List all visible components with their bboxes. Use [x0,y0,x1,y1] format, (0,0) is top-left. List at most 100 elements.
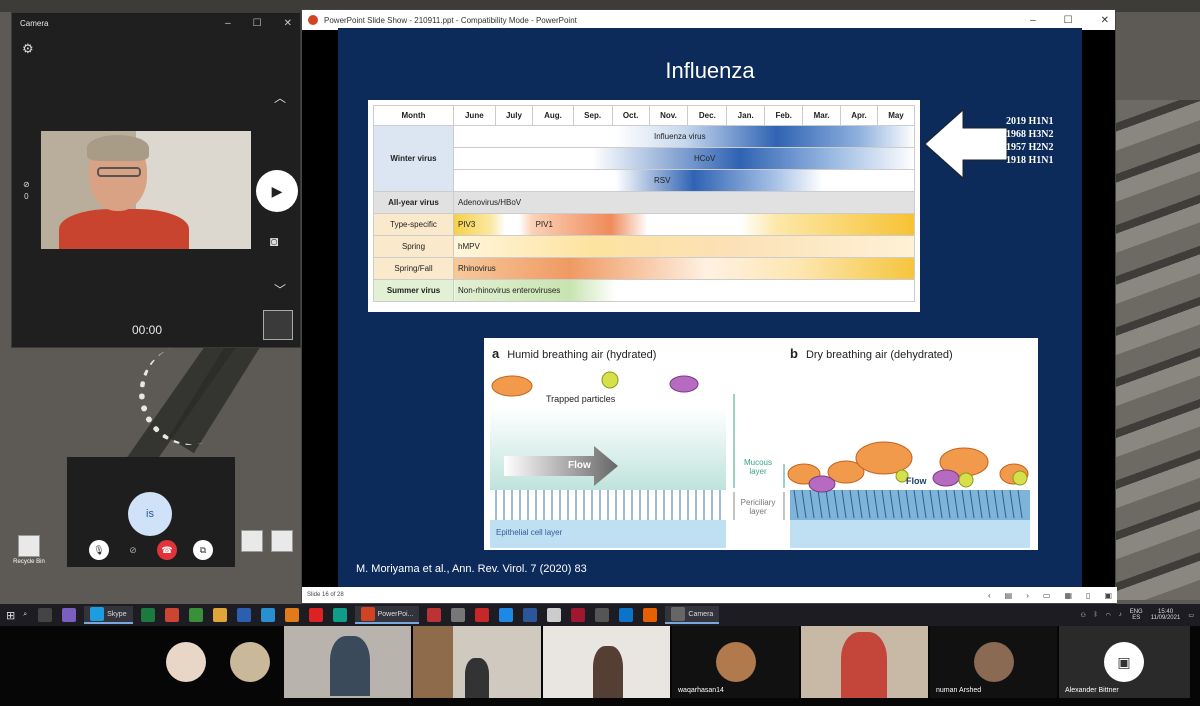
app-icon[interactable] [595,608,610,622]
participant-name: waqarhasan14 [678,687,724,694]
slide-sorter-icon[interactable]: ▦ [1064,591,1072,600]
camera-title: Camera [20,18,49,28]
photo-camera-icon[interactable]: ◙ [270,233,278,249]
windows-start-icon[interactable]: ⊞ [6,609,15,622]
pandemic-year: 2019 H1N1 [1006,116,1054,127]
pandemic-years-list: 2019 H1N1 1968 H3N2 1957 H2N2 1918 H1N1 [1006,115,1054,167]
desktop-icon[interactable] [265,530,299,554]
slide-title: Influenza [665,58,755,83]
participant-avatar[interactable] [166,642,206,682]
app-icon[interactable] [571,608,586,622]
volume-icon[interactable]: ♪ [1119,612,1122,618]
desktop-icon-recycle-bin[interactable]: Recycle Bin [12,535,46,565]
app-icon[interactable] [499,608,514,622]
minimize-icon[interactable]: – [225,18,231,29]
participant-video-tile[interactable] [413,626,541,698]
row-category: Spring [373,235,454,258]
hangup-button[interactable]: ☎ [157,540,177,560]
virus-bar: HCoV [453,147,915,170]
edge-icon[interactable] [619,608,634,622]
task-view-icon[interactable] [38,608,53,622]
participant-video-tile[interactable] [801,626,928,698]
participant-tile[interactable]: numan Arshed [930,626,1057,698]
maximize-icon[interactable]: ☐ [253,18,262,29]
virus-label: PIV3 [458,220,476,229]
wifi-icon[interactable]: ◠ [1105,612,1110,619]
teams-icon[interactable] [62,608,77,622]
month-header: Dec. [687,105,728,126]
reading-view-icon[interactable]: ▯ [1086,591,1090,600]
month-header: Apr. [839,105,878,126]
bluetooth-icon[interactable]: ᛒ [1094,612,1098,618]
call-control-panel: is 🎙 ⊘ ☎ ⧉ [67,457,235,567]
chevron-right-icon[interactable]: › [1026,591,1029,600]
pdf-reader-icon[interactable] [475,608,490,622]
search-icon[interactable]: ⌕ [23,611,27,619]
clock[interactable]: 15:40 11/09/2021 [1151,609,1181,621]
app-icon[interactable] [164,608,179,622]
excel-icon[interactable] [140,608,155,622]
participant-tile[interactable]: ▣ Alexander Bittner [1059,626,1190,698]
table-row: Summer virus Non-rhinovirus enteroviruse… [373,279,915,302]
participant-video-tile[interactable] [543,626,670,698]
label-epithelial-layer: Epithelial cell layer [496,528,563,537]
camera-icon [671,607,686,621]
chevron-down-icon[interactable]: ﹀ [274,281,286,298]
desktop-icon-label: Recycle Bin [13,559,45,565]
month-header: Oct. [611,105,650,126]
word-icon[interactable] [523,608,538,622]
normal-view-icon[interactable]: ▭ [1043,591,1051,600]
app-icon[interactable] [308,608,323,622]
gear-icon[interactable]: ⚙ [22,41,34,57]
share-screen-button[interactable]: ⧉ [193,540,213,560]
camera-titlebar: Camera – ☐ ✕ [12,13,300,33]
video-record-button[interactable]: ▶ [256,170,298,212]
slide-menu-icon[interactable]: ▤ [1005,591,1013,600]
month-header: Nov. [648,105,689,126]
minimize-icon[interactable]: – [1030,15,1036,26]
people-icon[interactable]: ⚇ [1080,612,1085,619]
camera-preview [41,131,251,249]
app-icon[interactable] [212,608,227,622]
participant-avatar[interactable] [230,642,270,682]
table-row: Spring/Fall Rhinovirus [373,257,915,280]
slide-show-icon[interactable]: ▣ [1104,591,1112,600]
chevron-left-icon[interactable]: ‹ [988,591,991,600]
participant-avatar [974,642,1014,682]
app-icon[interactable] [451,608,466,622]
row-category: Spring/Fall [373,257,454,280]
close-icon[interactable]: ✕ [284,18,292,29]
notifications-icon[interactable]: ▭ [1188,612,1194,619]
virus-bar: RSV [453,169,915,192]
maximize-icon[interactable]: ☐ [1064,15,1073,26]
app-icon[interactable] [188,608,203,622]
taskbar-app-skype[interactable]: Skype [84,606,133,624]
participant-tile[interactable]: waqarhasan14 [672,626,799,698]
taskbar-app-powerpoint[interactable]: PowerPoi... [354,606,420,624]
chevron-up-icon[interactable]: ︿ [274,89,286,106]
participant-video-tile[interactable] [284,626,411,698]
app-icon[interactable] [260,608,275,622]
month-header: July [494,105,534,126]
language-indicator[interactable]: ENG ES [1130,609,1143,621]
camera-side-status[interactable]: ⊘ 0 [23,179,30,203]
slide[interactable]: Influenza Month June July Aug. Sep. Oct.… [338,28,1082,588]
firefox-icon[interactable] [643,608,658,622]
app-icon[interactable] [332,608,347,622]
app-icon[interactable] [236,608,251,622]
last-capture-thumbnail[interactable] [263,310,293,340]
app-icon[interactable] [547,608,562,622]
virus-bar: Adenovirus/HBoV [453,191,915,214]
participant-avatar [716,642,756,682]
close-icon[interactable]: ✕ [1101,15,1109,26]
table-row: Winter virus Influenza virus [373,125,915,192]
microphone-button[interactable]: 🎙 [89,540,109,560]
table-row: RSV [374,169,915,192]
taskbar-app-label: Skype [107,610,127,618]
vlc-icon[interactable] [284,608,299,622]
app-icon[interactable] [427,608,442,622]
pandemic-year: 1968 H3N2 [1006,129,1054,140]
desktop-icon[interactable] [235,530,269,554]
video-off-button[interactable]: ⊘ [123,540,143,560]
taskbar-app-camera[interactable]: Camera [665,606,720,624]
